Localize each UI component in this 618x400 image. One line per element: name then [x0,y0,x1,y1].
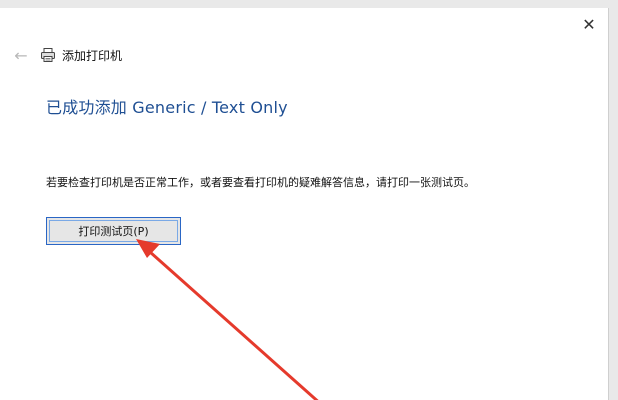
window-title: 添加打印机 [62,48,123,63]
print-test-page-button[interactable]: 打印测试页(P) [46,217,181,245]
page-title: 已成功添加 Generic / Text Only [46,98,288,117]
instructions-text: 若要检查打印机是否正常工作，或者要查看打印机的疑难解答信息，请打印一张测试页。 [46,176,475,189]
back-arrow-icon: ← [14,45,28,65]
add-printer-dialog: ✕ ← 添加打印机 已成功添加 Generic / Text Only 若要检查… [0,8,609,400]
dialog-nav-bar: ← 添加打印机 [12,44,122,66]
close-icon: ✕ [582,15,596,34]
close-button[interactable]: ✕ [578,14,600,36]
back-button[interactable]: ← [12,45,30,65]
printer-icon [40,47,56,63]
print-test-page-label: 打印测试页(P) [78,225,149,238]
